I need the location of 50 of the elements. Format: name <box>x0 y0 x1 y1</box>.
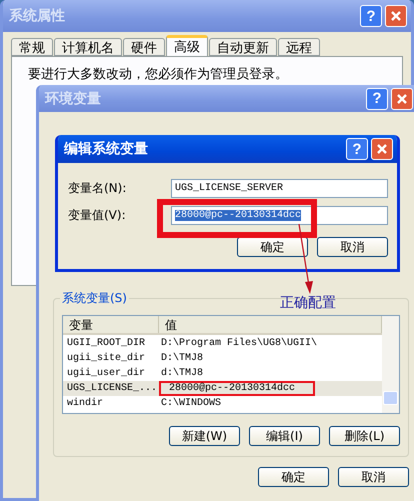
close-icon <box>376 143 388 155</box>
list-row[interactable]: ugii_site_dir D:\TMJ8 <box>63 351 382 366</box>
annotation-text: 正确配置 <box>280 294 336 312</box>
dialog-button[interactable]: 确定 <box>258 467 329 487</box>
tab[interactable]: 高级 <box>166 35 208 56</box>
list-row[interactable]: UGS_LICENSE_... 28000@pc--20130314dcc <box>63 381 382 396</box>
close-icon <box>396 92 408 104</box>
variable-name: ugii_user_dir <box>66 368 146 379</box>
help-button[interactable]: ? <box>360 5 382 27</box>
variable-name: UGII_ROOT_DIR <box>66 338 146 349</box>
variable-value: d:\TMJ8 <box>160 368 204 379</box>
dialog-button[interactable]: 取消 <box>338 467 409 487</box>
close-button[interactable] <box>391 88 413 110</box>
variable-value: D:\TMJ8 <box>160 353 204 364</box>
tab[interactable]: 常规 <box>11 38 53 56</box>
variable-name: UGS_LICENSE_... <box>66 383 157 394</box>
tab[interactable]: 计算机名 <box>54 38 122 56</box>
variable-value: 28000@pc--20130314dcc <box>159 381 315 396</box>
field-label: 变量值(V): <box>68 207 127 224</box>
list-row[interactable]: ugii_user_dir d:\TMJ8 <box>63 366 382 381</box>
variable-value: C:\WINDOWS <box>160 398 222 409</box>
list-button[interactable]: 删除(L) <box>329 426 400 446</box>
scrollbar[interactable] <box>382 316 399 413</box>
window-title: 系统属性 <box>9 7 65 25</box>
arrow <box>296 224 316 294</box>
list-button[interactable]: 编辑(I) <box>249 426 320 446</box>
list-button[interactable]: 新建(W) <box>169 426 240 446</box>
field-label: 变量名(N): <box>68 180 128 197</box>
list-row[interactable]: windir C:\WINDOWS <box>63 396 382 411</box>
input-field[interactable]: 28000@pc--20130314dcc <box>171 206 388 225</box>
dialog-button[interactable]: 确定 <box>237 237 308 257</box>
help-button[interactable]: ? <box>346 138 368 160</box>
tab[interactable]: 远程 <box>278 38 320 56</box>
variable-name: windir <box>66 398 104 409</box>
input-field[interactable]: UGS_LICENSE_SERVER <box>171 179 388 198</box>
help-button[interactable]: ? <box>366 88 388 110</box>
variable-value: D:\Program Files\UG8\UGII\ <box>160 338 318 349</box>
tab[interactable]: 自动更新 <box>209 38 277 56</box>
dialog-button[interactable]: 取消 <box>317 237 388 257</box>
close-button[interactable] <box>371 138 393 160</box>
column-header[interactable]: 变量 <box>63 316 159 333</box>
window-title: 编辑系统变量 <box>64 140 148 158</box>
list-row[interactable]: UGII_ROOT_DIR D:\Program Files\UG8\UGII\ <box>63 336 382 351</box>
window-title: 环境变量 <box>45 90 101 108</box>
group-label: 系统变量(S) <box>60 290 129 307</box>
variable-name: ugii_site_dir <box>66 353 146 364</box>
close-icon <box>390 10 402 22</box>
tab[interactable]: 硬件 <box>123 38 165 56</box>
close-button[interactable] <box>385 5 407 27</box>
notice-text: 要进行大多数改动，您必须作为管理员登录。 <box>28 66 289 83</box>
